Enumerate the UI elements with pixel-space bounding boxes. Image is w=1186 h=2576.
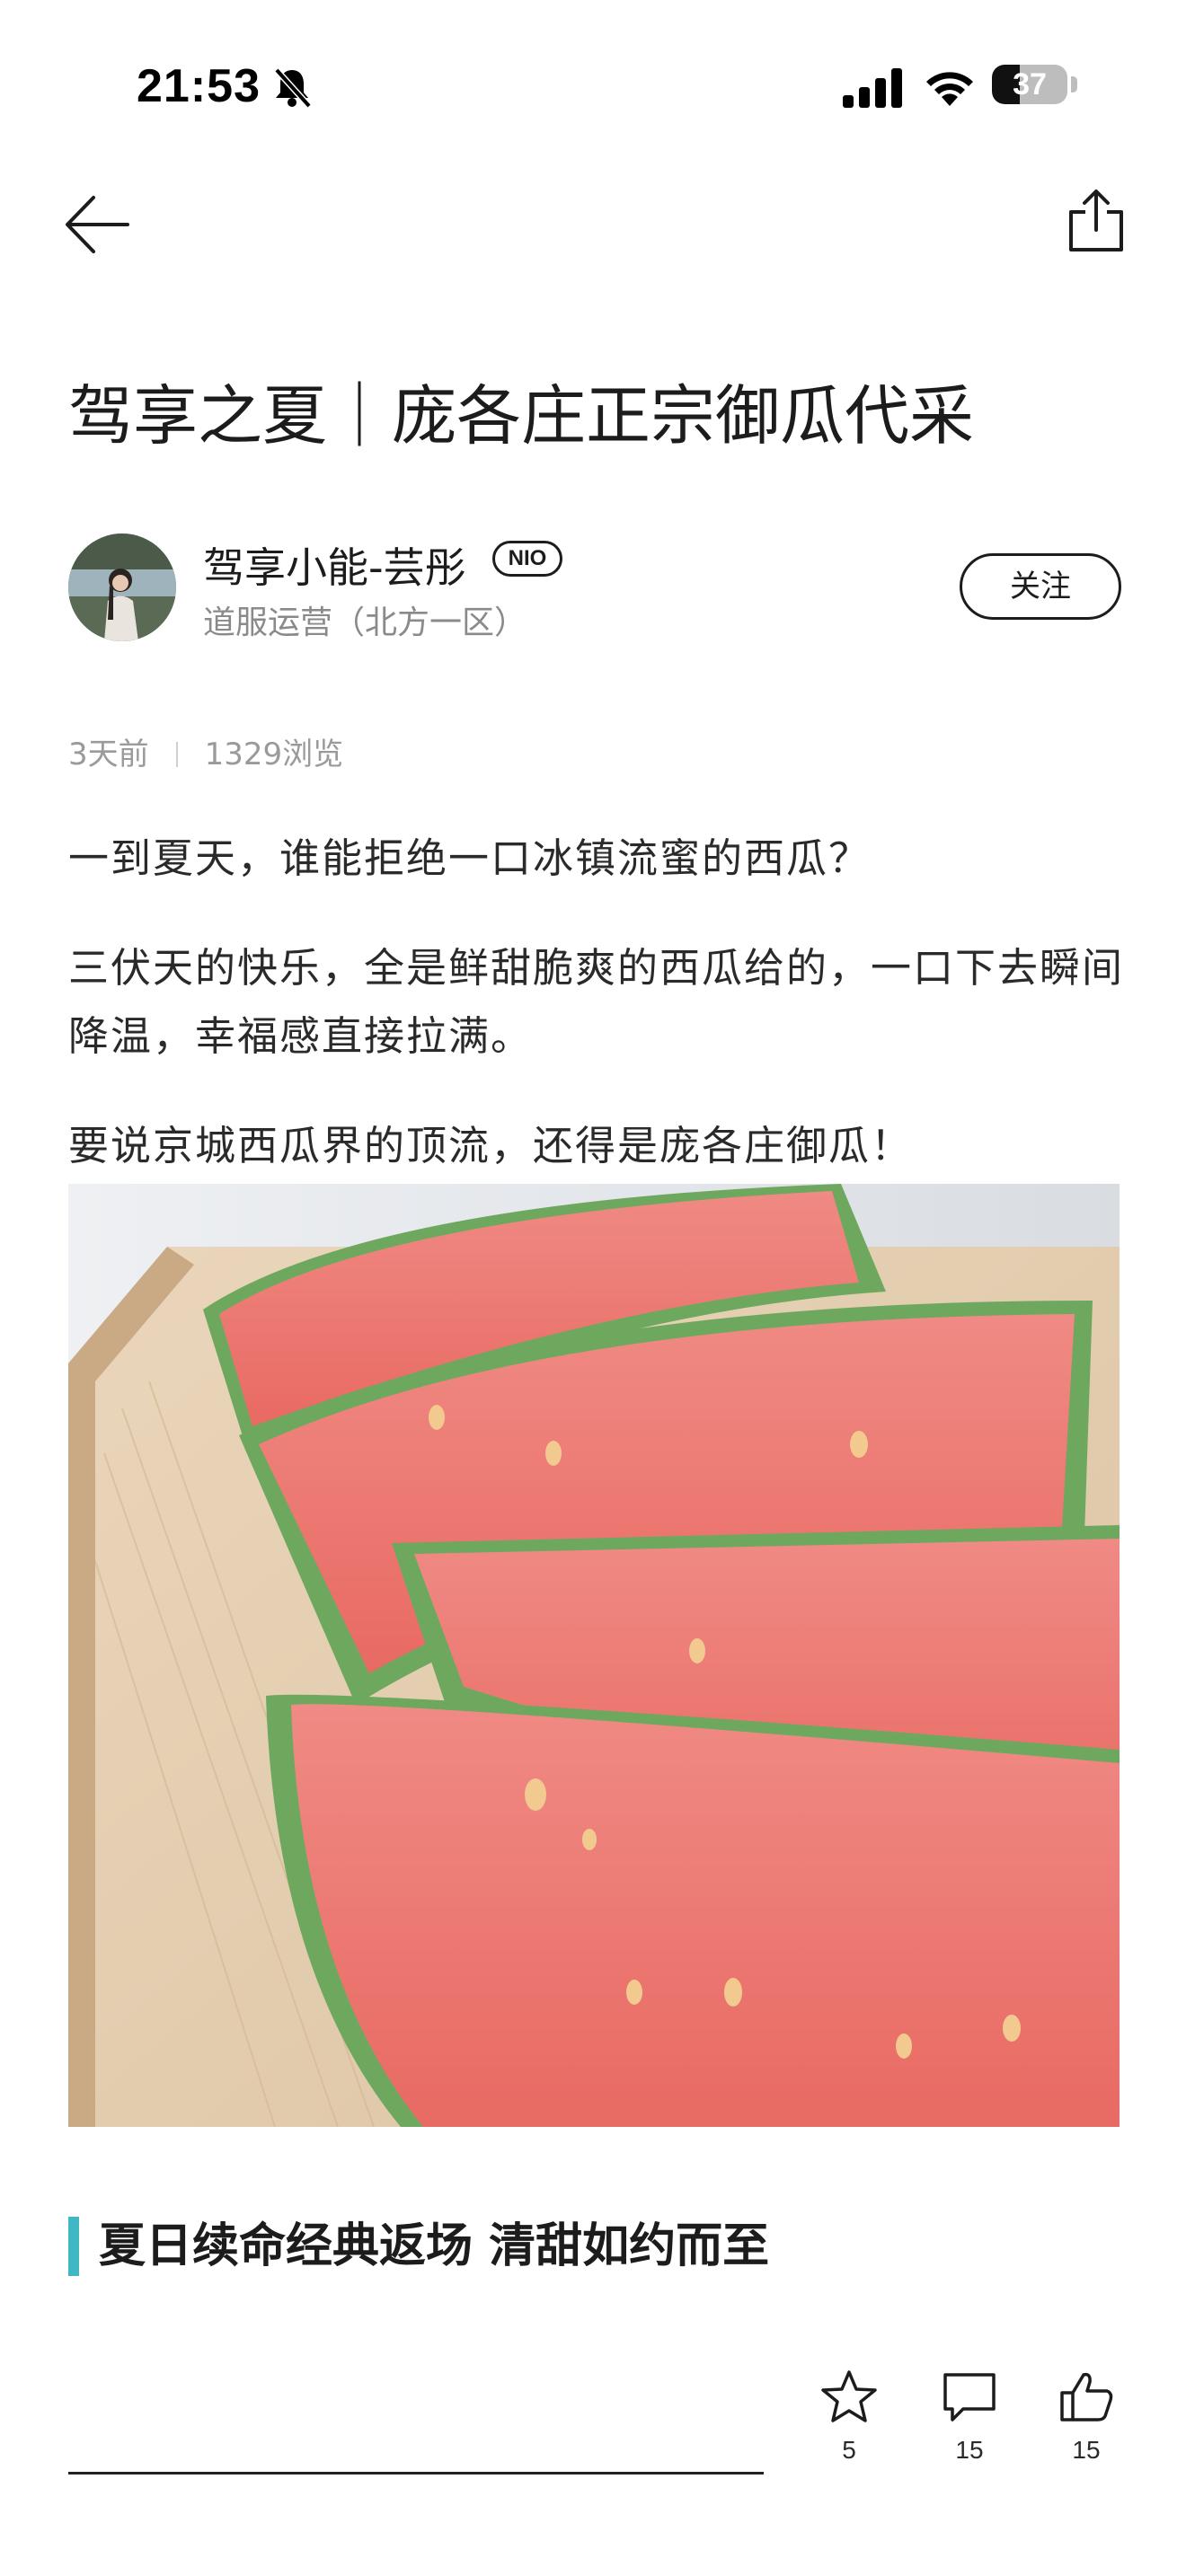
star-icon bbox=[821, 2370, 877, 2422]
like-count: 15 bbox=[1072, 2436, 1101, 2464]
battery-icon: 37 bbox=[992, 63, 1078, 108]
cellular-signal-icon bbox=[843, 68, 904, 108]
comment-input[interactable] bbox=[68, 2389, 764, 2475]
author-avatar[interactable] bbox=[68, 534, 176, 641]
favorite-button[interactable]: 5 bbox=[800, 2368, 898, 2465]
watermelon-slices-photo[interactable] bbox=[68, 1184, 1120, 2127]
subheading-accent-bar bbox=[68, 2217, 79, 2276]
comment-button[interactable]: 15 bbox=[920, 2368, 1019, 2465]
follow-button[interactable]: 关注 bbox=[960, 553, 1121, 620]
post-time: 3天前 bbox=[68, 737, 149, 772]
wifi-icon bbox=[922, 65, 978, 108]
like-button[interactable]: 15 bbox=[1037, 2368, 1136, 2465]
paragraph: 要说京城西瓜界的顶流，还得是庞各庄御瓜！ bbox=[68, 1122, 914, 1169]
thumbs-up-icon bbox=[1060, 2372, 1113, 2422]
paragraph: 一到夏天，谁能拒绝一口冰镇流蜜的西瓜？ bbox=[68, 834, 872, 882]
share-icon[interactable] bbox=[1060, 185, 1132, 257]
meta-divider bbox=[175, 742, 178, 767]
back-arrow-icon[interactable] bbox=[61, 189, 133, 260]
status-time: 21:53 bbox=[137, 60, 261, 112]
paragraph: 三伏天的快乐，全是鲜甜脆爽的西瓜给的，一口下去瞬间降温，幸福感直接拉满。 bbox=[68, 944, 1125, 1060]
article-title: 驾享之夏｜庞各庄正宗御瓜代采 bbox=[68, 378, 975, 454]
author-name[interactable]: 驾享小能-芸彤 bbox=[203, 535, 466, 595]
favorite-count: 5 bbox=[842, 2436, 856, 2464]
comment-count: 15 bbox=[955, 2436, 984, 2464]
comment-icon bbox=[943, 2373, 996, 2422]
bell-muted-icon bbox=[270, 65, 314, 110]
post-meta: 3天前 1329浏览 bbox=[68, 729, 343, 773]
nio-badge: NIO bbox=[492, 541, 562, 577]
battery-percentage: 37 bbox=[1013, 67, 1047, 101]
author-role: 道服运营（北方一区） bbox=[203, 604, 527, 641]
section-subheading: 夏日续命经典返场 清甜如约而至 bbox=[99, 2219, 770, 2273]
view-count: 1329浏览 bbox=[204, 737, 344, 772]
